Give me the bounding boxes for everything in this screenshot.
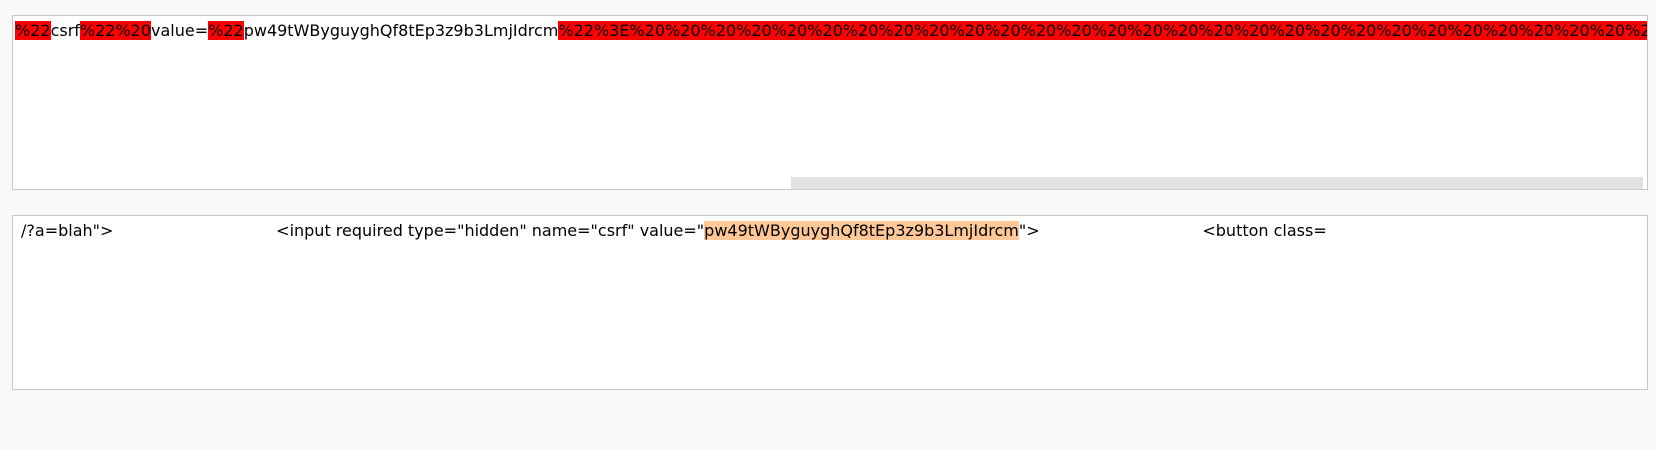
highlighted-segment: %22: [208, 21, 244, 40]
scrollbar-thumb[interactable]: [791, 177, 1643, 189]
highlighted-segment: %22%3E%20%20%20%20%20%20%20%20%20%20%20%…: [558, 21, 1647, 40]
encoded-text-panel[interactable]: %22csrf%22%20value=%22pw49tWByguyghQf8tE…: [12, 15, 1648, 190]
text-segment: csrf: [50, 21, 80, 40]
text-segment: "> <button class=: [1018, 221, 1327, 240]
horizontal-scrollbar[interactable]: [13, 177, 1647, 189]
text-segment: value=: [151, 21, 209, 40]
decoded-text-line: /?a=blah"> <input required type="hidden"…: [21, 220, 1327, 242]
encoded-text-line: %22csrf%22%20value=%22pw49tWByguyghQf8tE…: [15, 20, 1647, 42]
text-segment: pw49tWByguyghQf8tEp3z9b3LmjIdrcm: [243, 21, 559, 40]
highlighted-segment: %22: [15, 21, 51, 40]
highlighted-segment: %22%20: [79, 21, 152, 40]
highlighted-segment: pw49tWByguyghQf8tEp3z9b3LmjIdrcm: [704, 221, 1019, 240]
decoded-text-panel[interactable]: /?a=blah"> <input required type="hidden"…: [12, 215, 1648, 390]
text-segment: /?a=blah"> <input required type="hidden"…: [21, 221, 705, 240]
